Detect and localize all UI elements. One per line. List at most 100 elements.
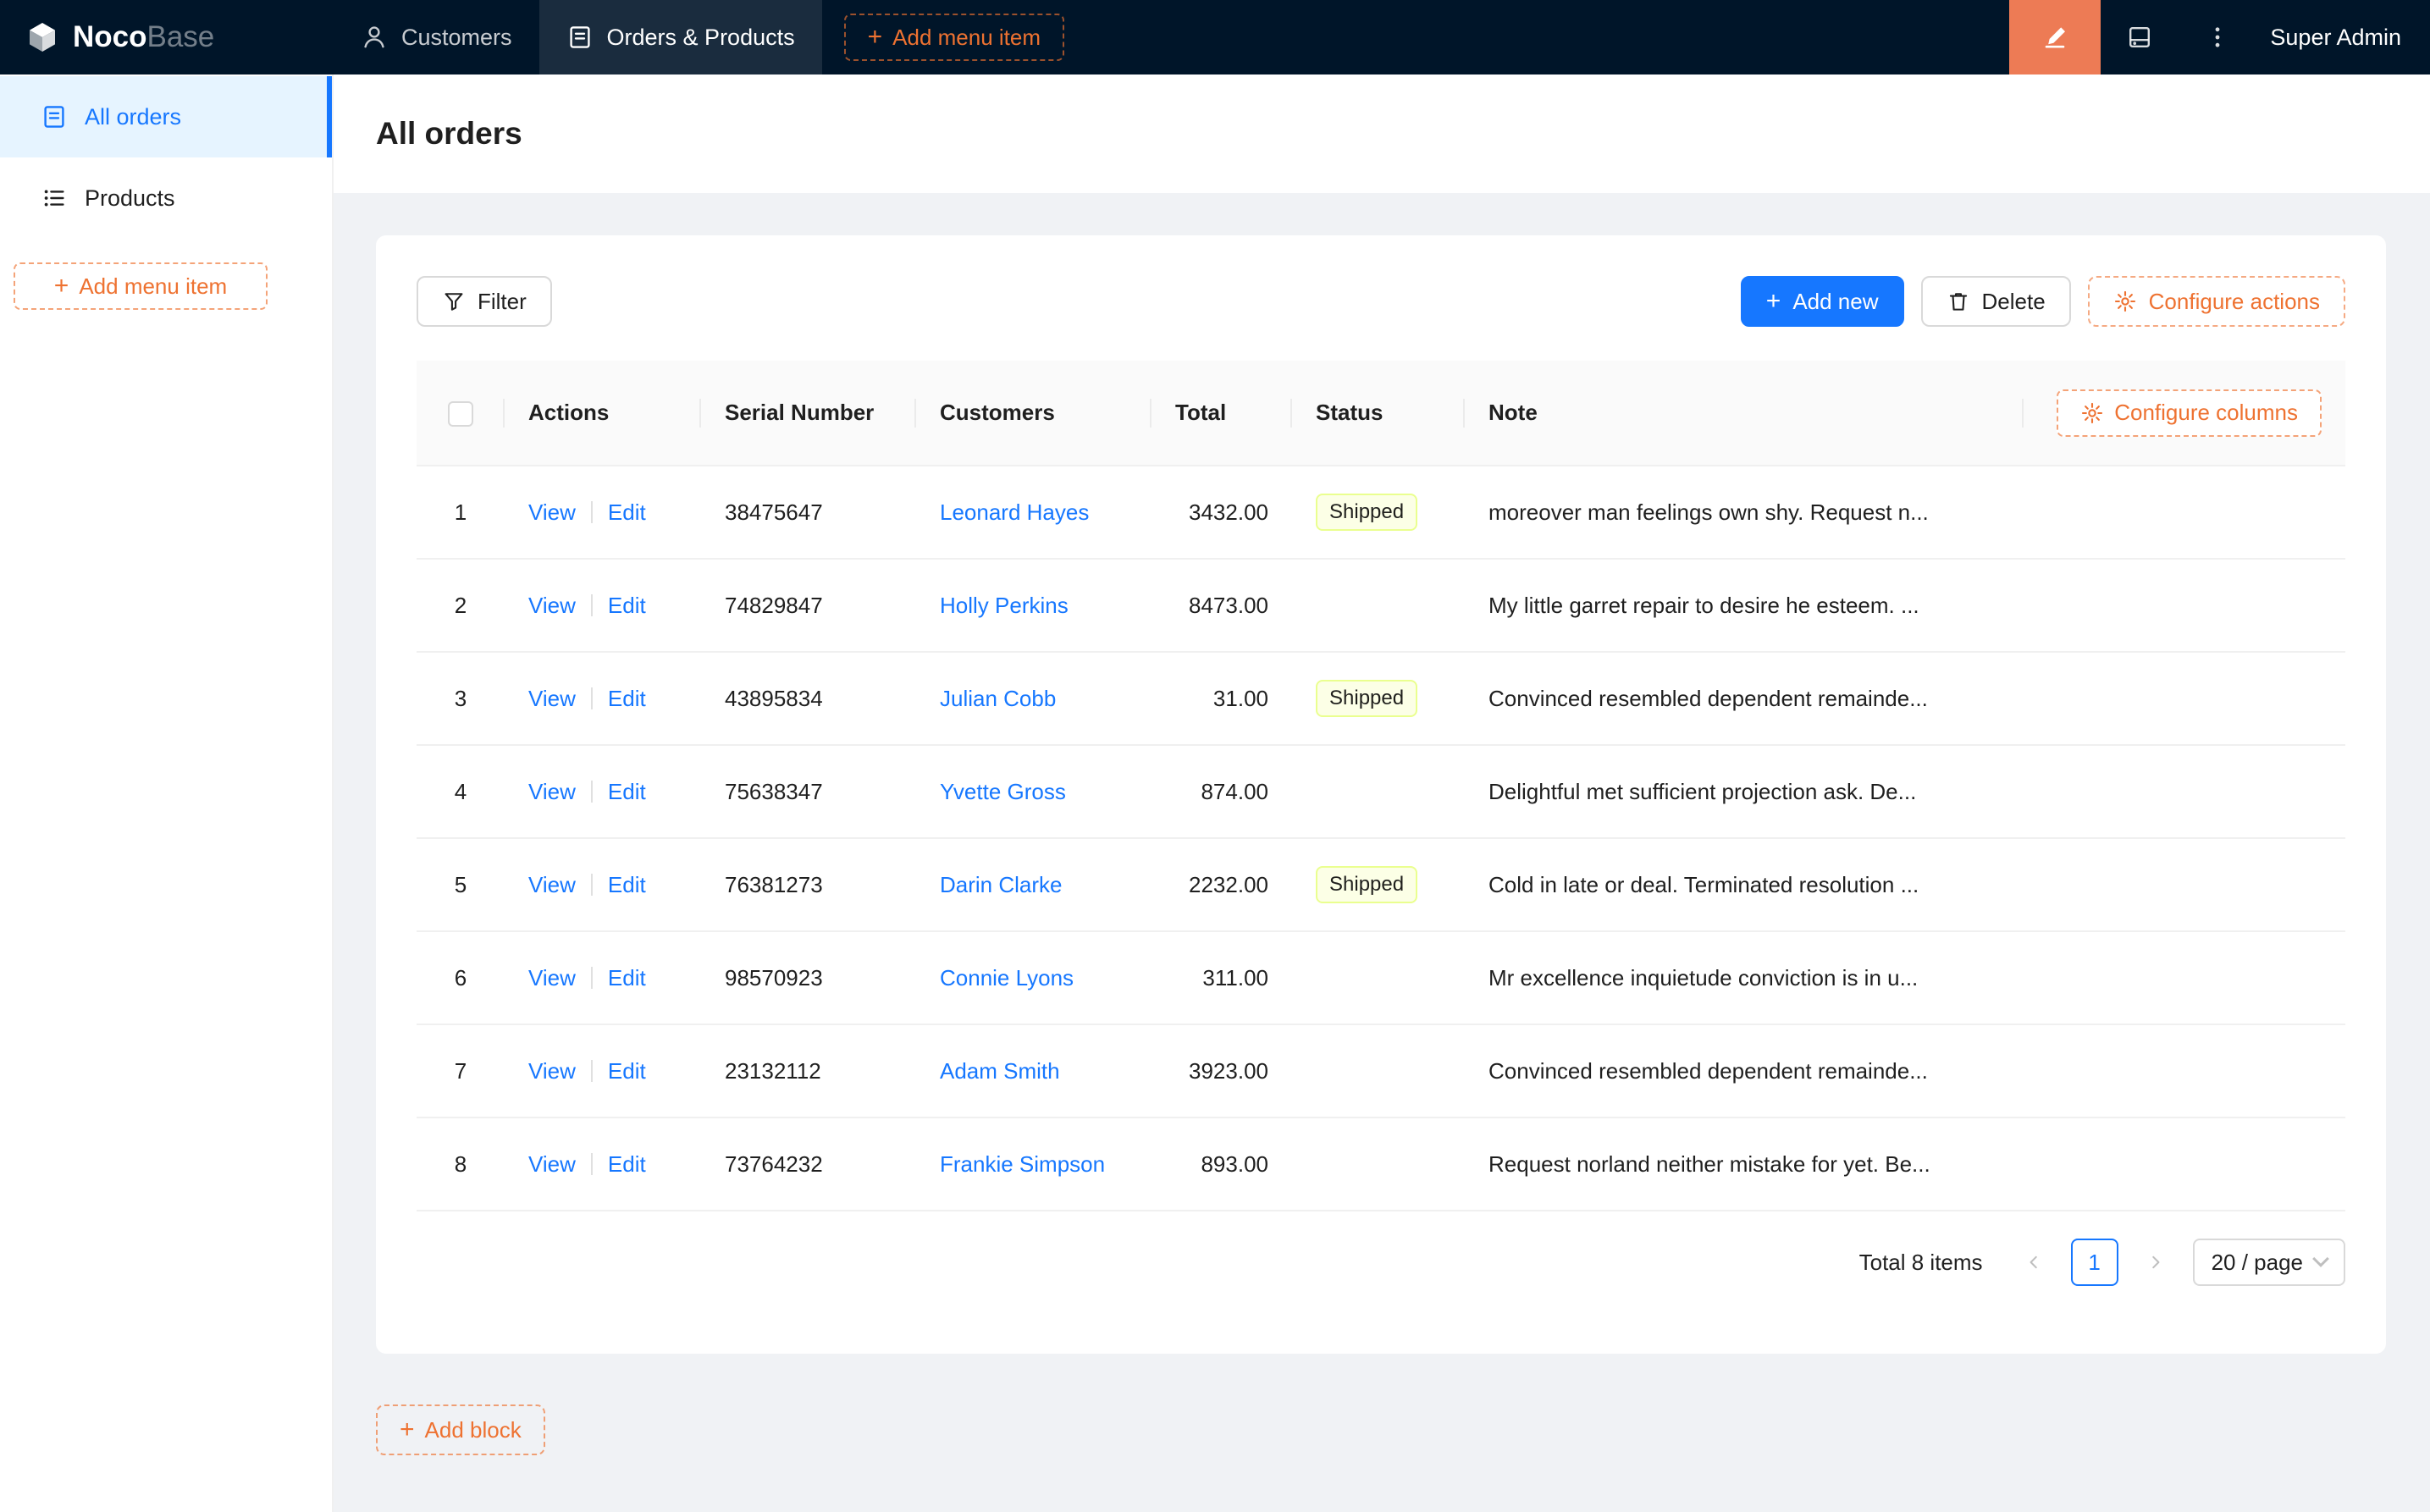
row-trailing-cell [2024,838,2345,932]
edit-link[interactable]: Edit [608,779,646,804]
orders-table: Actions Serial Number Customers Total St… [417,361,2345,1211]
nav-item-orders-products[interactable]: Orders & Products [538,0,822,74]
nav-item-customers[interactable]: Customers [334,0,539,74]
sidebar-item-products[interactable]: Products [0,157,332,239]
edit-link[interactable]: Edit [608,499,646,525]
select-all-checkbox[interactable] [448,400,473,427]
view-link[interactable]: View [528,499,576,525]
delete-button[interactable]: Delete [1920,276,2071,327]
chevron-right-icon [2151,1255,2160,1269]
row-index-cell: 2 [417,559,505,653]
customer-link[interactable]: Yvette Gross [940,779,1066,804]
action-divider [590,966,593,989]
add-new-button[interactable]: + Add new [1740,276,1904,327]
edit-link[interactable]: Edit [608,1058,646,1084]
highlighter-icon [2046,27,2066,48]
total-cell: 311.00 [1151,931,1292,1025]
column-header-configure: Configure columns [2024,361,2345,466]
add-block-button[interactable]: + Add block [376,1404,545,1455]
action-divider [590,873,593,896]
logo-text-primary: Noco [73,20,147,53]
nocobase-logo-icon [30,23,55,52]
total-cell: 3432.00 [1151,466,1292,560]
row-index-cell: 6 [417,931,505,1025]
total-cell: 2232.00 [1151,838,1292,932]
serial-number-cell: 98570923 [701,931,916,1025]
view-link[interactable]: View [528,1058,576,1084]
add-menu-item-button-sidebar[interactable]: + Add menu item [14,262,268,310]
view-link[interactable]: View [528,1151,576,1177]
add-menu-item-button-topbar[interactable]: + Add menu item [843,14,1065,61]
configure-columns-button[interactable]: Configure columns [2057,389,2322,437]
pagination-page-1[interactable]: 1 [2070,1239,2118,1286]
edit-link[interactable]: Edit [608,965,646,991]
plus-icon: + [867,23,883,51]
customer-link[interactable]: Connie Lyons [940,965,1074,991]
note-cell: Cold in late or deal. Terminated resolut… [1465,838,2024,932]
form-icon [569,26,590,48]
row-index-cell: 8 [417,1117,505,1211]
ui-editor-button[interactable] [2009,0,2101,74]
edit-link[interactable]: Edit [608,593,646,618]
table-row: 8 View Edit 73764232 Frankie Simpson 893.00 Re… [417,1117,2345,1211]
action-divider [590,1059,593,1082]
view-link[interactable]: View [528,872,576,897]
page-size-select[interactable]: 20 / page [2192,1239,2345,1286]
customer-cell: Holly Perkins [916,559,1151,653]
serial-number-cell: 23132112 [701,1024,916,1118]
customer-link[interactable]: Holly Perkins [940,593,1069,618]
customer-link[interactable]: Leonard Hayes [940,499,1089,525]
row-trailing-cell [2024,745,2345,839]
add-menu-item-label: Add menu item [79,273,228,299]
customer-cell: Darin Clarke [916,838,1151,932]
edit-link[interactable]: Edit [608,686,646,711]
status-cell [1292,745,1465,839]
view-link[interactable]: View [528,686,576,711]
system-settings-button[interactable] [2101,0,2179,74]
trash-icon [1949,293,1967,311]
edit-link[interactable]: Edit [608,1151,646,1177]
row-trailing-cell [2024,466,2345,560]
customer-link[interactable]: Frankie Simpson [940,1151,1105,1177]
pagination-next-button[interactable] [2132,1239,2179,1286]
pagination-prev-button[interactable] [2010,1239,2057,1286]
more-menu-button[interactable] [2179,0,2256,74]
pagination: Total 8 items 1 20 / page [417,1239,2345,1286]
table-row: 6 View Edit 98570923 Connie Lyons 311.00 Mr ex… [417,931,2345,1025]
serial-number-cell: 73764232 [701,1117,916,1211]
configure-actions-button[interactable]: Configure actions [2087,276,2345,327]
row-index-cell: 1 [417,466,505,560]
user-menu[interactable]: Super Admin [2256,25,2430,51]
sidebar-item-label: Products [85,185,175,211]
file-icon [44,106,64,128]
view-link[interactable]: View [528,965,576,991]
status-tag: Shipped [1316,866,1418,903]
topbar-right: Super Admin [2009,0,2430,74]
page-title: All orders [376,116,522,151]
total-cell: 31.00 [1151,652,1292,746]
view-link[interactable]: View [528,593,576,618]
drive-icon [2129,26,2151,48]
customer-link[interactable]: Julian Cobb [940,686,1056,711]
orders-table-block: Filter + Add new Delete Configure action… [376,235,2386,1354]
user-icon [364,26,384,48]
plus-icon: + [400,1415,415,1443]
action-divider [590,500,593,523]
sidebar-item-all-orders[interactable]: All orders [0,76,332,157]
row-trailing-cell [2024,1024,2345,1118]
table-row: 4 View Edit 75638347 Yvette Gross 874.00 Delig… [417,745,2345,839]
edit-link[interactable]: Edit [608,872,646,897]
filter-button[interactable]: Filter [417,276,552,327]
row-index-cell: 5 [417,838,505,932]
configure-columns-label: Configure columns [2114,400,2298,425]
total-cell: 874.00 [1151,745,1292,839]
customer-link[interactable]: Darin Clarke [940,872,1063,897]
customer-cell: Leonard Hayes [916,466,1151,560]
view-link[interactable]: View [528,779,576,804]
note-cell: Convinced resembled dependent remainde..… [1465,652,2024,746]
topbar: NocoBase Customers Orders & Products + A… [0,0,2430,74]
table-row: 2 View Edit 74829847 Holly Perkins 8473.00 My … [417,559,2345,653]
toolbar-right: + Add new Delete Configure actions [1740,276,2345,327]
nocobase-logo[interactable]: NocoBase [0,0,334,74]
customer-link[interactable]: Adam Smith [940,1058,1060,1084]
